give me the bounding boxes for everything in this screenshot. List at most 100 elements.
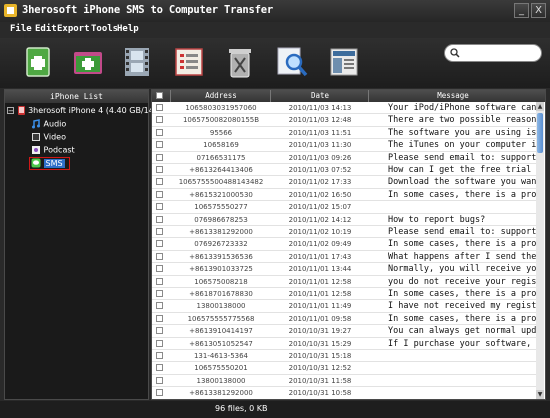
row-checkbox[interactable]	[156, 104, 163, 111]
table-row[interactable]: +8613264413406 2010/11/03 07:52 How can I …	[152, 164, 537, 177]
table-row[interactable]: 131-4613-5364 2010/10/31 15:18	[152, 350, 537, 363]
tree-item-video[interactable]: Video	[31, 132, 66, 142]
podcast-icon	[32, 146, 40, 154]
row-checkbox[interactable]	[156, 389, 163, 397]
vertical-scrollbar[interactable]: ▲ ▼	[536, 102, 544, 399]
row-checkbox[interactable]	[156, 302, 163, 310]
list-button[interactable]	[171, 44, 207, 80]
column-date[interactable]: Date	[272, 90, 368, 102]
column-divider	[170, 90, 171, 102]
row-checkbox[interactable]	[156, 277, 163, 285]
device-node[interactable]: − 3herosoft iPhone 4 (4.40 GB/14.00 C	[7, 106, 175, 115]
row-checkbox[interactable]	[156, 141, 163, 149]
select-all-checkbox[interactable]	[156, 92, 163, 99]
date-cell: 2010/10/31 15:18	[288, 352, 352, 360]
close-button[interactable]: X	[531, 3, 546, 18]
search-input[interactable]	[462, 46, 536, 60]
row-checkbox[interactable]	[156, 327, 163, 335]
date-cell: 2010/11/02 15:07	[288, 203, 352, 212]
row-checkbox[interactable]	[156, 290, 163, 297]
row-checkbox[interactable]	[156, 153, 163, 161]
scroll-down-arrow[interactable]: ▼	[536, 390, 544, 399]
table-row[interactable]: 1065750082080155B 2010/11/03 12:48 There a…	[152, 114, 537, 127]
trash-icon	[229, 49, 251, 78]
row-checkbox[interactable]	[156, 339, 163, 347]
column-message[interactable]: Message	[370, 90, 536, 102]
date-cell: 2010/11/03 14:13	[288, 104, 352, 112]
view-button[interactable]	[326, 44, 362, 80]
export-file-button[interactable]	[20, 44, 56, 80]
tree-item-audio[interactable]: Audio	[31, 119, 66, 129]
table-row[interactable]: +8613051052547 2010/10/31 15:29 If I purch…	[152, 338, 537, 350]
table-row[interactable]: 106575008218 2010/11/01 12:58 you do not r…	[152, 276, 537, 288]
row-checkbox[interactable]	[156, 364, 163, 372]
table-body: +8613381292000 2010/10/31 10:58 1380013800…	[152, 102, 545, 399]
table-row[interactable]: +8615321000530 2010/11/02 16:50 In some ca…	[152, 189, 537, 202]
row-checkbox[interactable]	[156, 215, 163, 223]
table-row[interactable]: 076926723332 2010/11/02 09:49 In some case…	[152, 238, 537, 251]
table-row[interactable]: 1065803031957060 2010/11/03 14:13 Your iPo…	[152, 102, 537, 115]
address-cell: 07698667825З	[194, 215, 248, 224]
table-row[interactable]: 106575550201 2010/10/31 12:52	[152, 362, 537, 375]
tree-item-podcast[interactable]: Podcast	[31, 145, 75, 155]
search-tool-button[interactable]	[274, 44, 310, 80]
row-checkbox[interactable]	[156, 352, 163, 359]
delete-button[interactable]	[222, 44, 258, 80]
collapse-icon[interactable]: −	[7, 107, 14, 115]
row-checkbox[interactable]	[156, 128, 163, 136]
table-row[interactable]: +8613381292000 2010/11/02 10:19 Please sen…	[152, 226, 537, 239]
column-divider	[270, 90, 271, 102]
row-checkbox[interactable]	[156, 265, 163, 273]
table-row[interactable]: 13800138000 2010/10/31 11:58	[152, 375, 537, 388]
menu-edit[interactable]: Edit	[35, 24, 57, 34]
column-address[interactable]: Address	[172, 90, 270, 102]
address-cell: +8613264413406	[189, 166, 253, 174]
table-row[interactable]: 95566 2010/11/03 11:51 The software you ar…	[152, 127, 537, 140]
message-cell: I have not received my regist	[388, 301, 537, 312]
table-row[interactable]: 13800138000 2010/11/01 11:49 I have not re…	[152, 300, 537, 313]
scroll-up-arrow[interactable]: ▲	[536, 102, 544, 111]
table-row[interactable]: +8613901033725 2010/11/01 13:44 Normally, …	[152, 263, 537, 276]
date-cell: 2010/11/01 12:58	[288, 290, 352, 298]
table-row[interactable]: +8613391536536 2010/11/01 17:43 What happe…	[152, 251, 537, 264]
menu-help[interactable]: Help	[117, 24, 139, 34]
row-checkbox[interactable]	[156, 376, 163, 384]
minimize-button[interactable]: _	[514, 3, 529, 18]
table-row[interactable]: 10658169 2010/11/03 11:30 The iTunes on yo…	[152, 139, 537, 152]
date-cell: 2010/11/01 17:43	[288, 252, 352, 261]
search-box[interactable]	[444, 44, 542, 62]
row-checkbox[interactable]	[156, 166, 163, 173]
row-checkbox[interactable]	[156, 178, 163, 186]
menu-file[interactable]: File	[10, 24, 32, 34]
table-row[interactable]: +8613381292000 2010/10/31 10:58	[152, 387, 537, 399]
table-row[interactable]: +8618701678830 2010/11/01 12:58 In some ca…	[152, 288, 537, 301]
export-folder-button[interactable]	[70, 44, 106, 80]
video-button[interactable]	[119, 44, 155, 80]
address-cell: +8613901033725	[189, 265, 253, 274]
row-checkbox[interactable]	[156, 116, 163, 124]
table-row[interactable]: 106575555775568 2010/11/01 09:58 In some c…	[152, 313, 537, 326]
address-cell: 076926723332	[194, 240, 248, 249]
table-row[interactable]: 1065755500488143482 2010/11/02 17:33 Downl…	[152, 176, 537, 189]
row-checkbox[interactable]	[156, 252, 163, 260]
scroll-thumb[interactable]	[537, 113, 543, 153]
table-row[interactable]: 07698667825З 2010/11/02 14:12 How to repor…	[152, 214, 537, 226]
search-icon	[450, 48, 460, 58]
address-cell: 106575555775568	[187, 314, 255, 323]
address-cell: 07166531175	[196, 153, 246, 162]
row-checkbox[interactable]	[156, 203, 163, 211]
row-checkbox[interactable]	[156, 314, 163, 322]
tree-item-label: Audio	[43, 119, 67, 129]
row-checkbox[interactable]	[156, 228, 163, 235]
address-cell: 13800138000	[196, 302, 246, 311]
table-row[interactable]: 07166531175 2010/11/03 09:26 Please send e…	[152, 152, 537, 164]
row-checkbox[interactable]	[156, 190, 163, 198]
menu-export[interactable]: Export	[57, 24, 90, 34]
address-cell: 106575008218	[194, 277, 248, 286]
row-checkbox[interactable]	[156, 240, 163, 248]
folder-export-icon	[74, 52, 102, 74]
tree-item-sms[interactable]: SMS	[29, 157, 70, 170]
table-row[interactable]: 106575550277 2010/11/02 15:07	[152, 201, 537, 214]
table-row[interactable]: +8613910414197 2010/10/31 19:27 You can al…	[152, 325, 537, 338]
menu-tools[interactable]: Tools	[91, 24, 118, 34]
